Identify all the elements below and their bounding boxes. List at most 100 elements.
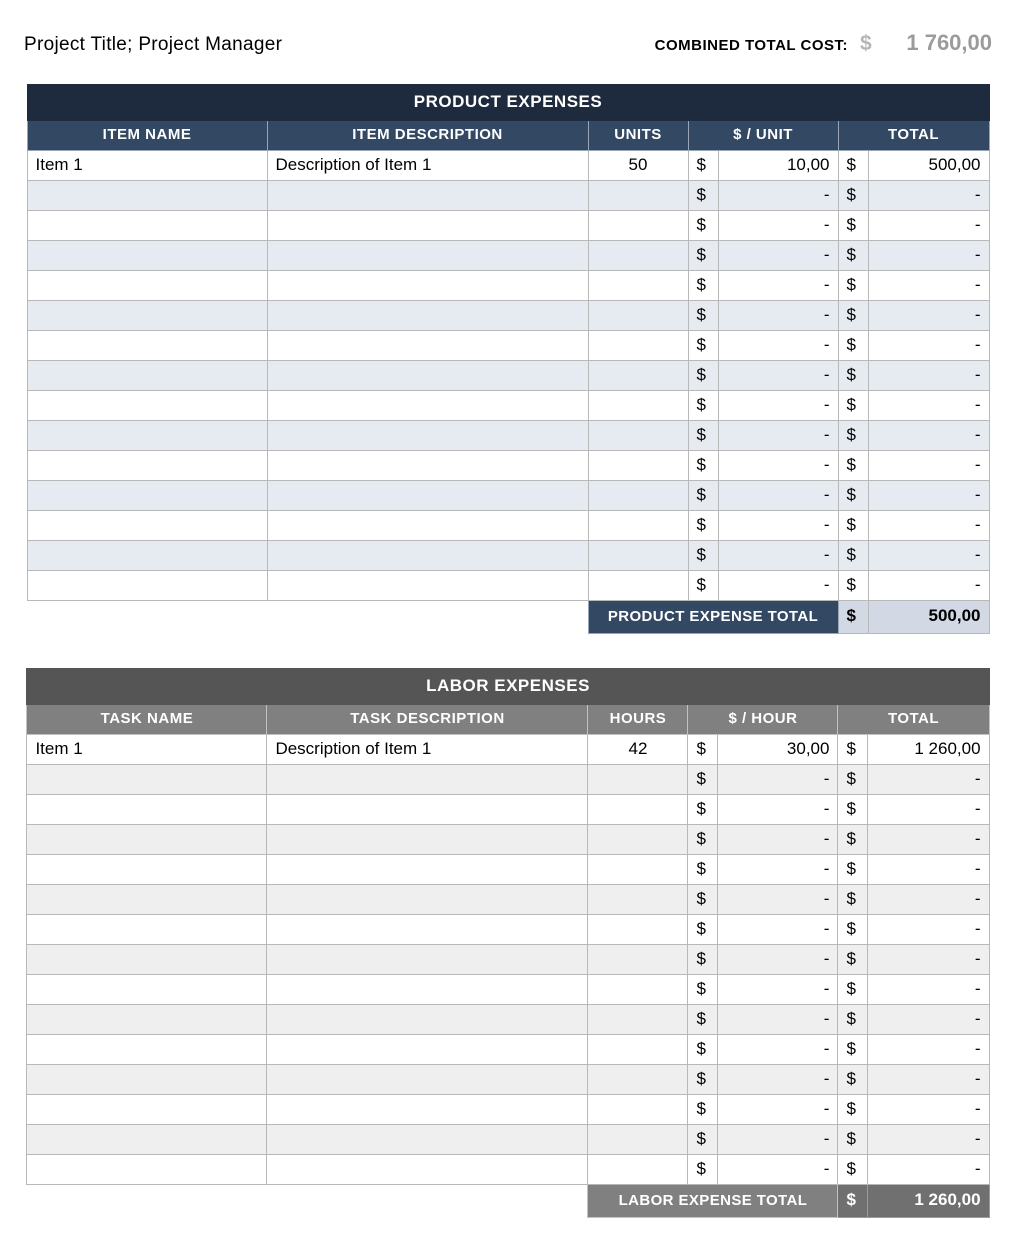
cell-units[interactable] (588, 765, 688, 795)
cell-name[interactable] (27, 181, 267, 211)
cell-rate[interactable]: - (718, 1005, 838, 1035)
cell-units[interactable] (588, 541, 688, 571)
cell-name[interactable] (27, 271, 267, 301)
cell-rate[interactable]: - (718, 481, 838, 511)
cell-rate[interactable]: - (718, 571, 838, 601)
cell-units[interactable]: 50 (588, 151, 688, 181)
cell-name[interactable] (27, 361, 267, 391)
cell-units[interactable] (588, 1035, 688, 1065)
cell-desc[interactable] (267, 1155, 588, 1185)
cell-rate[interactable]: - (718, 421, 838, 451)
cell-desc[interactable] (267, 765, 588, 795)
cell-name[interactable] (27, 945, 267, 975)
cell-rate[interactable]: - (718, 451, 838, 481)
cell-name[interactable] (27, 241, 267, 271)
cell-name[interactable] (27, 885, 267, 915)
cell-name[interactable] (27, 481, 267, 511)
cell-desc[interactable] (267, 1095, 588, 1125)
cell-units[interactable] (588, 885, 688, 915)
cell-rate[interactable]: - (718, 975, 838, 1005)
cell-desc[interactable] (267, 181, 588, 211)
cell-desc[interactable] (267, 795, 588, 825)
cell-rate[interactable]: - (718, 945, 838, 975)
cell-name[interactable] (27, 331, 267, 361)
cell-desc[interactable] (267, 211, 588, 241)
cell-desc[interactable]: Description of Item 1 (267, 151, 588, 181)
cell-units[interactable] (588, 511, 688, 541)
cell-desc[interactable] (267, 825, 588, 855)
cell-name[interactable] (27, 855, 267, 885)
cell-desc[interactable] (267, 391, 588, 421)
cell-name[interactable] (27, 1095, 267, 1125)
cell-name[interactable] (27, 511, 267, 541)
cell-desc[interactable] (267, 481, 588, 511)
cell-desc[interactable] (267, 511, 588, 541)
cell-units[interactable] (588, 795, 688, 825)
cell-rate[interactable]: - (718, 795, 838, 825)
cell-name[interactable] (27, 301, 267, 331)
cell-name[interactable] (27, 915, 267, 945)
cell-rate[interactable]: - (718, 1065, 838, 1095)
cell-units[interactable] (588, 975, 688, 1005)
cell-units[interactable] (588, 211, 688, 241)
cell-rate[interactable]: - (718, 885, 838, 915)
cell-rate[interactable]: - (718, 181, 838, 211)
cell-name[interactable] (27, 541, 267, 571)
cell-name[interactable] (27, 1125, 267, 1155)
cell-units[interactable] (588, 301, 688, 331)
cell-rate[interactable]: - (718, 1155, 838, 1185)
cell-rate[interactable]: 10,00 (718, 151, 838, 181)
cell-units[interactable]: 42 (588, 735, 688, 765)
cell-units[interactable] (588, 181, 688, 211)
cell-desc[interactable] (267, 855, 588, 885)
cell-desc[interactable] (267, 541, 588, 571)
cell-rate[interactable]: - (718, 915, 838, 945)
cell-name[interactable] (27, 765, 267, 795)
cell-rate[interactable]: - (718, 241, 838, 271)
cell-name[interactable] (27, 975, 267, 1005)
cell-units[interactable] (588, 1095, 688, 1125)
cell-rate[interactable]: - (718, 211, 838, 241)
cell-desc[interactable] (267, 421, 588, 451)
cell-units[interactable] (588, 481, 688, 511)
cell-units[interactable] (588, 271, 688, 301)
cell-desc[interactable] (267, 1035, 588, 1065)
cell-units[interactable] (588, 571, 688, 601)
cell-rate[interactable]: - (718, 855, 838, 885)
cell-units[interactable] (588, 855, 688, 885)
cell-units[interactable] (588, 361, 688, 391)
cell-rate[interactable]: - (718, 1035, 838, 1065)
cell-units[interactable] (588, 451, 688, 481)
cell-desc[interactable] (267, 915, 588, 945)
cell-name[interactable] (27, 1155, 267, 1185)
cell-desc[interactable] (267, 241, 588, 271)
cell-desc[interactable] (267, 1065, 588, 1095)
cell-rate[interactable]: - (718, 1095, 838, 1125)
cell-rate[interactable]: - (718, 301, 838, 331)
cell-units[interactable] (588, 241, 688, 271)
cell-desc[interactable] (267, 361, 588, 391)
cell-rate[interactable]: - (718, 541, 838, 571)
cell-units[interactable] (588, 331, 688, 361)
cell-desc[interactable] (267, 571, 588, 601)
cell-name[interactable] (27, 825, 267, 855)
cell-name[interactable] (27, 795, 267, 825)
cell-rate[interactable]: 30,00 (718, 735, 838, 765)
cell-name[interactable] (27, 451, 267, 481)
cell-rate[interactable]: - (718, 825, 838, 855)
cell-units[interactable] (588, 1155, 688, 1185)
cell-units[interactable] (588, 421, 688, 451)
cell-units[interactable] (588, 1065, 688, 1095)
cell-units[interactable] (588, 391, 688, 421)
cell-rate[interactable]: - (718, 391, 838, 421)
cell-rate[interactable]: - (718, 1125, 838, 1155)
cell-name[interactable] (27, 571, 267, 601)
cell-units[interactable] (588, 915, 688, 945)
cell-name[interactable] (27, 1035, 267, 1065)
cell-units[interactable] (588, 945, 688, 975)
cell-rate[interactable]: - (718, 331, 838, 361)
cell-desc[interactable] (267, 1125, 588, 1155)
cell-name[interactable]: Item 1 (27, 151, 267, 181)
cell-units[interactable] (588, 1125, 688, 1155)
cell-desc[interactable] (267, 451, 588, 481)
